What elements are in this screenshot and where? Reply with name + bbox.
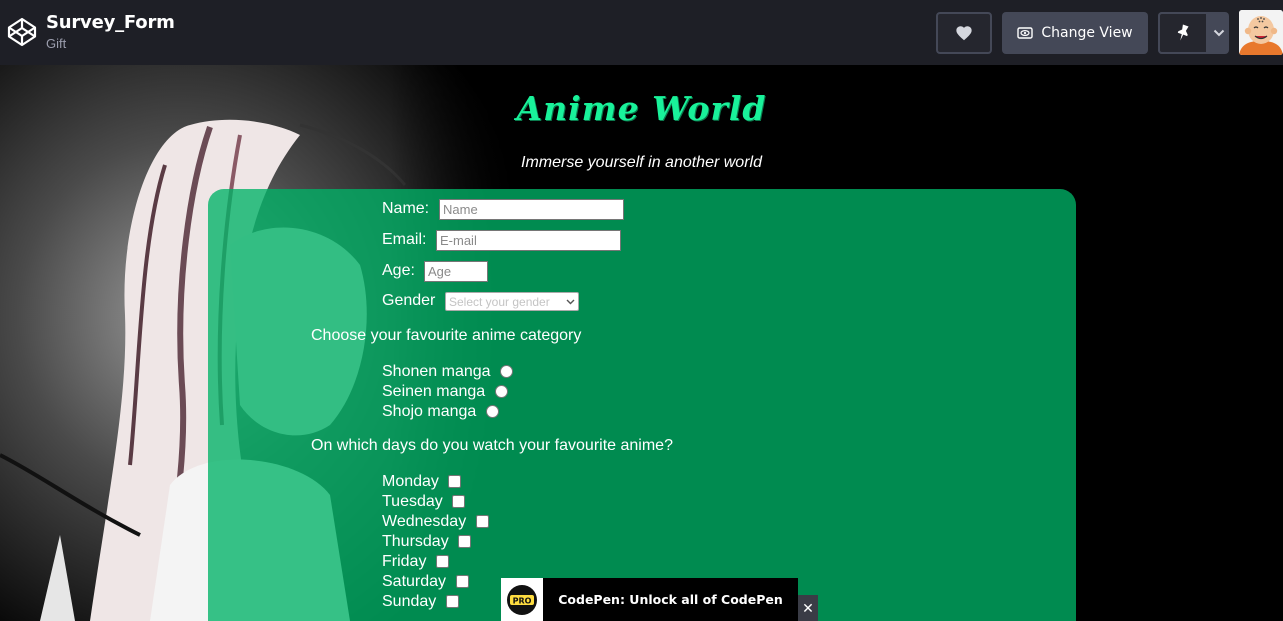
day-label-monday: Monday [382, 473, 439, 490]
eye-icon [1017, 27, 1034, 39]
category-label-shonen: Shonen manga [382, 363, 491, 380]
pro-badge-text: PRO [513, 596, 532, 605]
change-view-button[interactable]: Change View [1002, 12, 1148, 54]
pro-promo-banner[interactable]: PRO CodePen: Unlock all of CodePen [501, 578, 798, 621]
category-radio-shonen[interactable] [500, 365, 513, 378]
pin-icon [1177, 24, 1189, 41]
pen-title[interactable]: Survey_Form [46, 12, 175, 33]
chevron-down-icon [1213, 29, 1224, 37]
age-input[interactable] [424, 261, 488, 282]
codepen-header: Survey_Form Gift Change View [0, 0, 1283, 65]
name-label: Name: [382, 200, 430, 217]
pin-dropdown-button[interactable] [1208, 12, 1229, 54]
gender-label: Gender [382, 292, 436, 309]
promo-text: CodePen: Unlock all of CodePen [558, 592, 783, 607]
category-radio-shojo[interactable] [486, 405, 499, 418]
category-label-shojo: Shojo manga [382, 403, 477, 420]
page-subtitle: Immerse yourself in another world [521, 154, 762, 171]
name-input[interactable] [439, 199, 624, 220]
day-label-saturday: Saturday [382, 573, 447, 590]
day-label-tuesday: Tuesday [382, 493, 443, 510]
email-label: Email: [382, 231, 427, 248]
pro-badge-icon: PRO [507, 584, 537, 615]
page-title: Anime World [516, 89, 767, 128]
day-label-wednesday: Wednesday [382, 513, 467, 530]
day-label-sunday: Sunday [382, 593, 437, 610]
category-question: Choose your favourite anime category [311, 327, 582, 344]
day-checkbox-wednesday[interactable] [476, 515, 489, 528]
day-checkbox-sunday[interactable] [446, 595, 459, 608]
pin-button[interactable] [1158, 12, 1208, 54]
change-view-label: Change View [1041, 25, 1133, 41]
days-question: On which days do you watch your favourit… [311, 437, 673, 454]
day-checkbox-friday[interactable] [436, 555, 449, 568]
gender-select[interactable]: Select your gender [445, 292, 579, 311]
pen-author[interactable]: Gift [46, 36, 66, 51]
pin-button-group [1158, 12, 1229, 54]
love-button[interactable] [936, 12, 992, 54]
close-icon[interactable]: ✕ [798, 595, 818, 621]
age-label: Age: [382, 262, 415, 279]
day-checkbox-monday[interactable] [448, 475, 461, 488]
heart-icon [956, 26, 972, 41]
day-checkbox-tuesday[interactable] [452, 495, 465, 508]
day-checkbox-thursday[interactable] [458, 535, 471, 548]
email-input[interactable] [436, 230, 621, 251]
codepen-logo-icon[interactable] [6, 16, 38, 48]
pen-preview: Anime World Immerse yourself in another … [0, 65, 1283, 621]
category-label-seinen: Seinen manga [382, 383, 486, 400]
user-avatar[interactable] [1239, 10, 1283, 55]
gender-select-value: Select your gender [449, 294, 550, 309]
day-label-friday: Friday [382, 553, 427, 570]
avatar-icon [1239, 10, 1283, 55]
survey-form: Name: Email: Age: Gender Select your gen… [208, 189, 1076, 621]
day-label-thursday: Thursday [382, 533, 449, 550]
pro-badge: PRO [501, 578, 543, 621]
chevron-down-icon [566, 299, 575, 304]
day-checkbox-saturday[interactable] [456, 575, 469, 588]
category-radio-seinen[interactable] [495, 385, 508, 398]
